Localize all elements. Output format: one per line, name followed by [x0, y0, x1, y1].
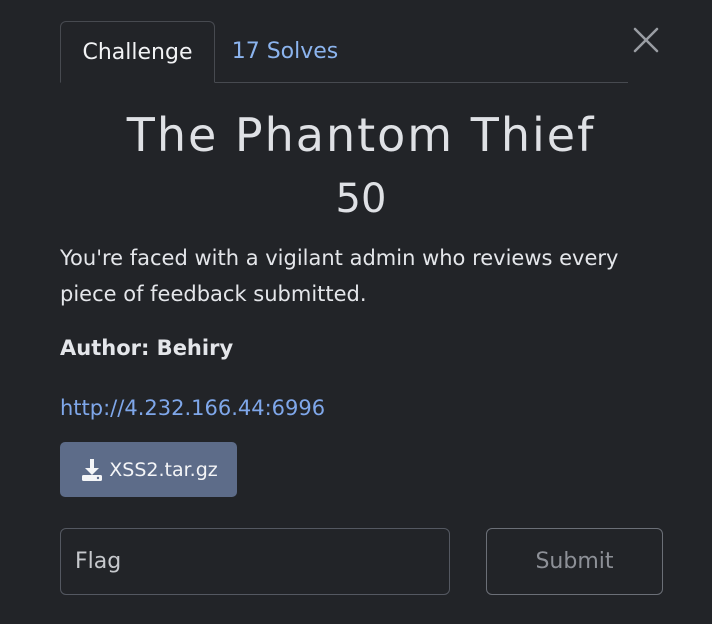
challenge-modal: Challenge 17 Solves The Phantom Thief 50… — [0, 0, 712, 624]
challenge-url-link[interactable]: http://4.232.166.44:6996 — [60, 396, 325, 420]
tab-challenge-label: Challenge — [82, 39, 193, 65]
flag-input[interactable] — [60, 528, 450, 595]
tab-challenge[interactable]: Challenge — [60, 21, 215, 83]
tab-solves[interactable]: 17 Solves — [230, 21, 340, 82]
tab-bar: Challenge 17 Solves — [60, 21, 628, 83]
download-icon — [82, 458, 103, 481]
close-icon — [633, 27, 659, 53]
challenge-description: You're faced with a vigilant admin who r… — [60, 246, 619, 306]
challenge-title: The Phantom Thief — [126, 108, 596, 162]
close-button[interactable] — [630, 24, 662, 56]
challenge-points: 50 — [335, 176, 387, 222]
file-name-label: XSS2.tar.gz — [109, 458, 218, 481]
file-download-button[interactable]: XSS2.tar.gz — [60, 442, 237, 497]
submit-button[interactable]: Submit — [486, 528, 663, 595]
tab-solves-label: 17 Solves — [231, 39, 339, 64]
challenge-author: Author: Behiry — [60, 336, 234, 360]
